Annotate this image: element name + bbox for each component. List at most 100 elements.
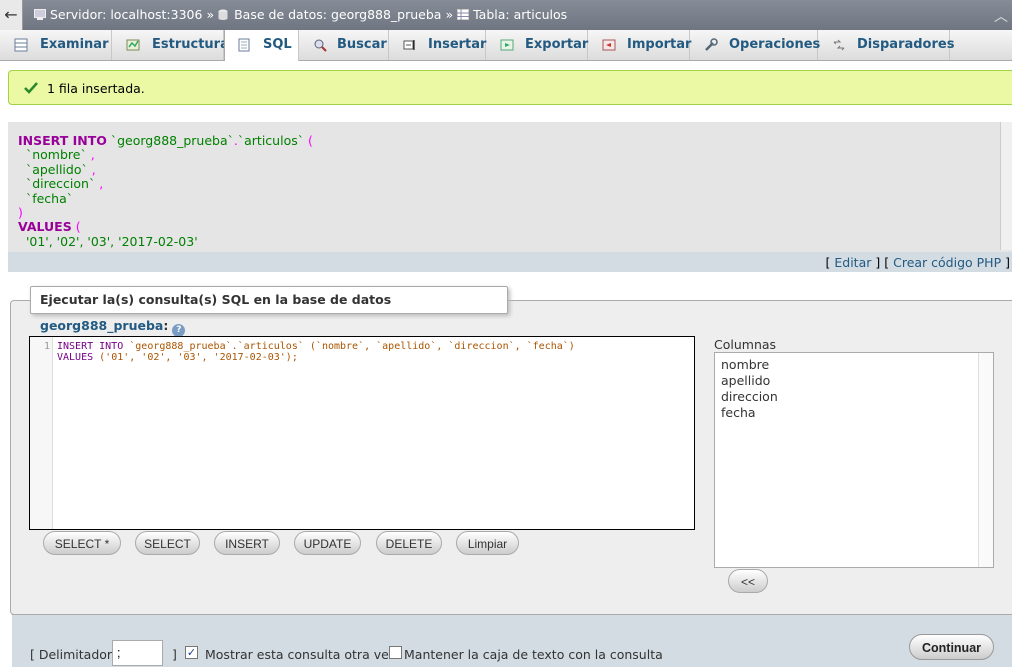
sql-punct: , — [99, 176, 104, 192]
breadcrumb-server[interactable]: Servidor: localhost:3306 — [50, 7, 202, 22]
editor-keyword: INSERT INTO — [57, 341, 124, 352]
sql-actions-bar: [ Editar ] [ Crear código PHP ] — [8, 252, 1012, 272]
breadcrumb-separator: » — [445, 7, 454, 22]
sql-punct: ( — [75, 219, 81, 235]
check-icon — [24, 82, 38, 94]
legend-colon: : — [163, 318, 169, 333]
editor-columns: (`nombre`, `apellido`, `direccion`, `fec… — [309, 341, 575, 352]
columns-list[interactable]: nombre apellido direccion fecha — [714, 352, 994, 568]
tab-label: Importar — [627, 37, 692, 52]
breadcrumb-table[interactable]: Tabla: articulos — [473, 7, 567, 22]
column-option[interactable]: fecha — [721, 405, 756, 420]
tab-label: Buscar — [337, 37, 387, 52]
editor-code[interactable]: INSERT INTO `georg888_prueba`.`articulos… — [57, 341, 575, 363]
triggers-icon — [833, 39, 845, 51]
tab-disparadores[interactable]: Disparadores — [818, 30, 954, 60]
tab-insertar[interactable]: Insertar — [389, 30, 486, 60]
clear-button[interactable]: Limpiar — [456, 531, 519, 555]
columns-label: Columnas — [714, 337, 777, 352]
search-icon — [314, 39, 327, 52]
bracket: [ — [884, 255, 890, 270]
table-icon — [457, 8, 470, 20]
sql-punct: , — [90, 147, 95, 163]
edit-link[interactable]: Editar — [834, 255, 871, 270]
show-query-label[interactable]: Mostrar esta consulta otra vez — [205, 647, 395, 662]
insert-icon — [403, 40, 415, 50]
editor-identifier: `georg888_prueba`.`articulos` — [129, 341, 304, 352]
browse-icon — [14, 38, 28, 52]
sql-column: `apellido` — [25, 161, 88, 177]
sql-icon — [238, 38, 250, 52]
bracket: ] — [875, 255, 881, 270]
tab-label: Disparadores — [857, 37, 955, 52]
select-all-button[interactable]: SELECT * — [43, 531, 121, 555]
sql-values: '01', '02', '03', '2017-02-03' — [25, 233, 198, 249]
tab-operaciones[interactable]: Operaciones — [690, 30, 821, 60]
tab-label: Insertar — [428, 37, 487, 52]
editor-keyword: VALUES — [57, 352, 94, 363]
tab-bar: Examinar Estructura SQL Buscar Insertar … — [0, 30, 1012, 61]
back-arrow-icon[interactable]: ← — [0, 0, 23, 30]
import-icon — [602, 39, 616, 51]
tab-exportar[interactable]: Exportar — [486, 30, 588, 60]
sql-punct: , — [91, 161, 96, 177]
continue-button[interactable]: Continuar — [909, 634, 994, 660]
php-code-link[interactable]: Crear código PHP — [893, 255, 1001, 270]
delimiter-label: [ Delimitador — [30, 647, 113, 662]
query-panel-legend: Ejecutar la(s) consulta(s) SQL en la bas… — [30, 286, 508, 337]
column-option[interactable]: nombre — [721, 357, 769, 372]
tab-label: SQL — [263, 37, 292, 52]
sql-scrollbar[interactable] — [1000, 122, 1012, 250]
tab-importar[interactable]: Importar — [588, 30, 692, 60]
server-icon — [34, 8, 46, 20]
tab-examinar[interactable]: Examinar — [0, 30, 112, 60]
delimiter-close: ] — [172, 647, 177, 662]
breadcrumb-database[interactable]: Base de datos: georg888_prueba — [234, 7, 441, 22]
delimiter-input[interactable] — [112, 640, 163, 666]
sql-punct: ) — [18, 205, 23, 221]
tab-buscar[interactable]: Buscar — [299, 30, 389, 60]
bracket: ] — [1005, 255, 1010, 270]
legend-database: georg888_prueba — [40, 318, 164, 333]
success-text: 1 fila insertada. — [47, 81, 145, 96]
export-icon — [500, 39, 514, 51]
success-message: 1 fila insertada. — [8, 70, 1012, 105]
sql-identifier: `articulos` — [237, 133, 304, 148]
show-query-checkbox[interactable]: ✓ — [185, 646, 198, 659]
structure-icon — [126, 39, 140, 51]
bracket: [ — [825, 255, 831, 270]
tab-label: Operaciones — [729, 37, 821, 52]
tab-estructura[interactable]: Estructura — [112, 30, 229, 60]
tab-sql[interactable]: SQL — [224, 30, 299, 61]
sql-actions: [ Editar ] [ Crear código PHP ] — [825, 255, 1010, 270]
columns-scrollbar[interactable] — [978, 353, 993, 567]
sql-punct: ( — [307, 133, 313, 148]
wrench-icon — [705, 38, 718, 51]
sql-keyword: INSERT INTO — [18, 133, 107, 148]
update-button[interactable]: UPDATE — [294, 531, 361, 555]
breadcrumb-separator: » — [206, 7, 215, 22]
database-icon — [218, 8, 230, 20]
tab-label: Estructura — [152, 37, 229, 52]
column-option[interactable]: direccion — [721, 389, 778, 404]
column-option[interactable]: apellido — [721, 373, 770, 388]
tab-label: Examinar — [40, 37, 109, 52]
breadcrumb: Servidor: localhost:3306 » Base de datos… — [34, 7, 567, 22]
insert-button[interactable]: INSERT — [214, 531, 280, 555]
sql-identifier: `georg888_prueba` — [110, 133, 234, 148]
collapse-icon[interactable]: ︿ — [994, 6, 1008, 26]
sql-keyword: VALUES — [18, 219, 72, 235]
sql-code: INSERT INTO `georg888_prueba`.`articulos… — [18, 133, 313, 249]
keep-box-label[interactable]: Mantener la caja de texto con la consult… — [404, 647, 663, 662]
editor-gutter: 1 — [30, 337, 53, 529]
tab-label: Exportar — [525, 37, 589, 52]
sql-column: `direccion` — [25, 176, 96, 192]
select-button[interactable]: SELECT — [135, 531, 200, 555]
insert-column-button[interactable]: << — [728, 569, 768, 593]
sql-column: `fecha` — [25, 190, 73, 206]
legend-text: Ejecutar la(s) consulta(s) SQL en la bas… — [40, 292, 392, 307]
delete-button[interactable]: DELETE — [376, 531, 442, 555]
keep-box-checkbox[interactable] — [389, 646, 402, 659]
sql-editor[interactable]: 1 INSERT INTO `georg888_prueba`.`articul… — [29, 336, 695, 530]
sql-column: `nombre` — [25, 147, 87, 163]
